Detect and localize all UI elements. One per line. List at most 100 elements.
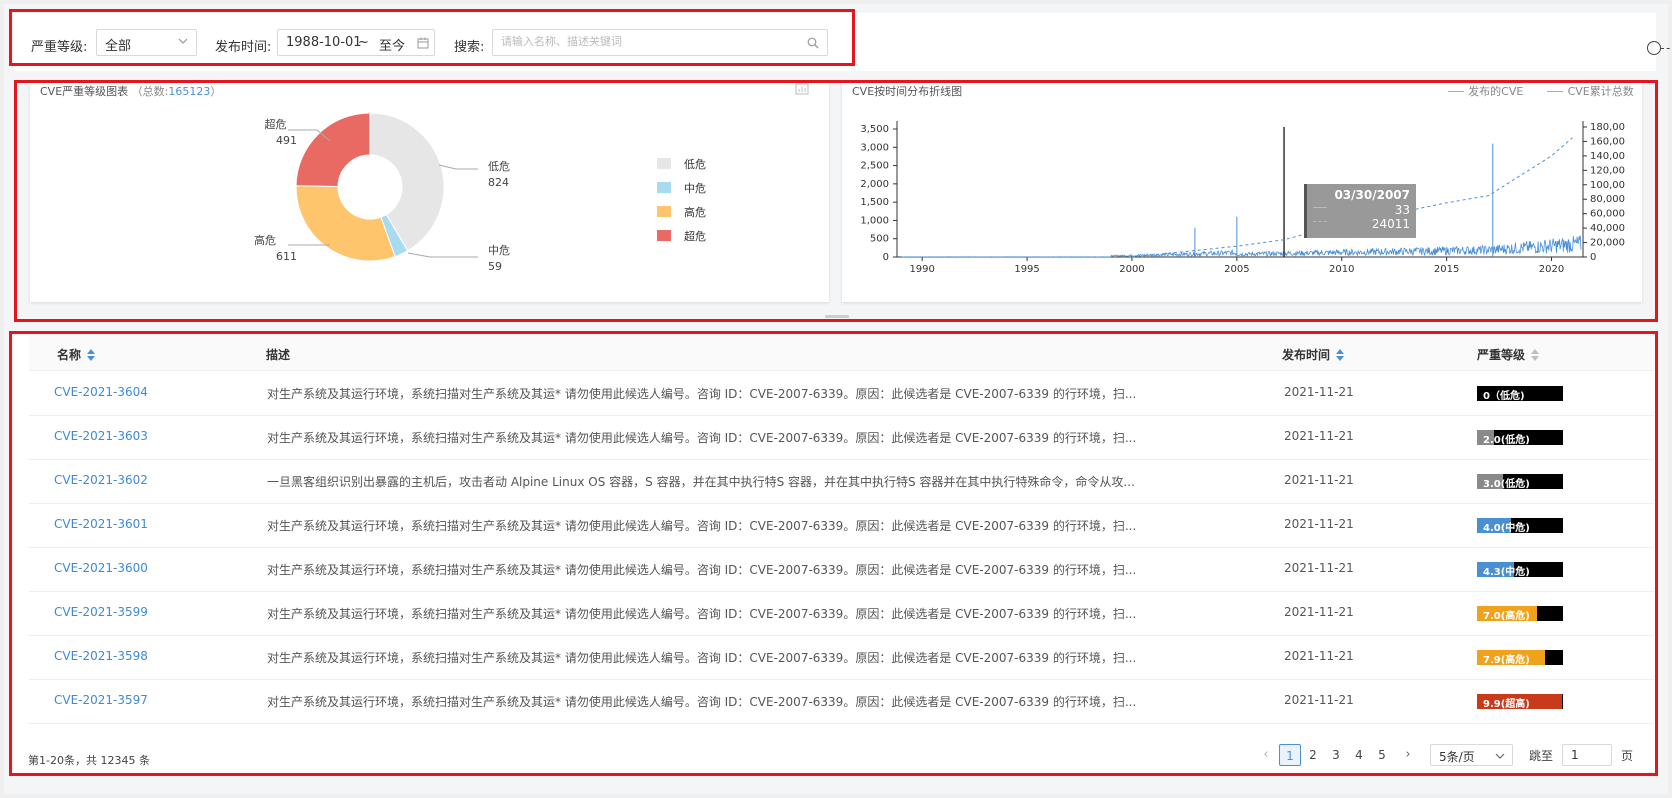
date-range-picker[interactable]: 1988-10-01 ~ 至今 (277, 29, 435, 56)
cve-name-link[interactable]: CVE-2021-3598 (54, 649, 148, 663)
cve-name-link[interactable]: CVE-2021-3600 (54, 561, 148, 575)
date-filter-label: 发布时间: (215, 40, 272, 55)
severity-select-value: 全部 (105, 39, 132, 54)
cve-description: 对生产系统及其运行环境，系统扫描对生产系统及其运* 请勿使用此候选人编号。咨询 … (267, 431, 1137, 445)
table-row[interactable]: CVE-2021-3600 对生产系统及其运行环境，系统扫描对生产系统及其运* 请… (29, 548, 1654, 592)
severity-donut-chart (288, 112, 478, 262)
severity-bar: 4.0(中危) (1477, 518, 1563, 534)
legend-label-critical[interactable]: 超危 (684, 228, 706, 244)
page-1-button[interactable]: 1 (1279, 744, 1301, 766)
severity-score: 2.0(低危) (1483, 435, 1530, 446)
cve-description: 对生产系统及其运行环境，系统扫描对生产系统及其运* 请勿使用此候选人编号。咨询 … (267, 695, 1137, 709)
severity-bar: 3.0(低危) (1477, 474, 1563, 490)
severity-bar: 7.9(高危) (1477, 650, 1563, 666)
y-right-tick-label: 0 (1590, 252, 1596, 263)
tooltip-date: 03/30/2007 (1334, 188, 1410, 202)
cve-description: 对生产系统及其运行环境，系统扫描对生产系统及其运* 请勿使用此候选人编号。咨询 … (267, 563, 1137, 577)
severity-select[interactable]: 全部 (96, 29, 197, 56)
table-row[interactable]: CVE-2021-3602 一旦黑客组织识别出暴露的主机后，攻击者动 Alpine… (29, 460, 1654, 504)
next-page-icon[interactable]: › (1400, 744, 1416, 766)
header-date[interactable]: 发布时间 (1282, 346, 1345, 363)
pagination-info: 第1-20条，共 12345 条 (28, 754, 150, 767)
header-name[interactable]: 名称 (57, 346, 96, 363)
cve-date: 2021-11-21 (1284, 649, 1354, 663)
sort-icon[interactable] (87, 348, 96, 361)
x-tick-label: 2010 (1329, 264, 1354, 275)
cve-name-link[interactable]: CVE-2021-3602 (54, 473, 148, 487)
severity-score: 7.9(高危) (1483, 655, 1530, 666)
pie-label-medium: 中危 59 (488, 244, 510, 273)
cve-date: 2021-11-21 (1284, 561, 1354, 575)
date-end[interactable]: 至今 (379, 35, 405, 54)
page-size-select[interactable]: 5条/页 (1430, 744, 1513, 766)
chart-tooltip: 03/30/2007 33 24011 (1304, 184, 1416, 238)
cve-name-link[interactable]: CVE-2021-3603 (54, 429, 148, 443)
page-4-button[interactable]: 4 (1348, 744, 1370, 766)
x-tick-label: 2000 (1119, 264, 1144, 275)
y-left-tick-label: 1,000 (860, 215, 889, 226)
legend-label-medium[interactable]: 中危 (684, 180, 706, 196)
y-right-tick-label: 180,00 (1590, 122, 1625, 133)
date-start[interactable]: 1988-10-01 (286, 35, 362, 50)
y-right-tick-label: 20,000 (1590, 238, 1625, 249)
severity-score: 4.3(中危) (1483, 567, 1530, 578)
legend-swatch-high (657, 206, 671, 217)
prev-page-icon[interactable]: ‹ (1258, 744, 1274, 766)
y-right-tick-label: 140,00 (1590, 151, 1625, 162)
table-row[interactable]: CVE-2021-3604 对生产系统及其运行环境，系统扫描对生产系统及其运* 请… (29, 372, 1654, 416)
donut-slice-high[interactable] (295, 185, 396, 262)
x-tick-label: 2005 (1224, 264, 1249, 275)
legend-label-low[interactable]: 低危 (684, 156, 706, 172)
search-box[interactable] (492, 29, 828, 56)
sort-icon[interactable] (1531, 348, 1540, 361)
y-left-tick-label: 3,500 (860, 124, 889, 135)
severity-bar: 9.9(超高) (1477, 694, 1563, 710)
pie-label-critical: 超危 491 (264, 118, 298, 147)
severity-score: 7.0(高危) (1483, 611, 1530, 622)
severity-pie-panel: CVE严重等级图表 （总数:165123） 超危 491 低危 824 高危 611 … (30, 83, 829, 302)
table-row[interactable]: CVE-2021-3598 对生产系统及其运行环境，系统扫描对生产系统及其运* 请… (29, 636, 1654, 680)
legend-label-high[interactable]: 高危 (684, 204, 706, 220)
date-separator: ~ (358, 35, 369, 50)
x-tick-label: 1995 (1014, 264, 1039, 275)
chevron-down-icon (1495, 753, 1505, 759)
table-row[interactable]: CVE-2021-3603 对生产系统及其运行环境，系统扫描对生产系统及其运* 请… (29, 416, 1654, 460)
cve-table: 名称 描述 发布时间 严重等级 CVE-2021-3604 对生产系统及其运行环境… (14, 336, 1656, 772)
severity-bar: 0（低危) (1477, 386, 1563, 402)
search-icon[interactable] (807, 37, 819, 49)
table-header: 名称 描述 发布时间 严重等级 (29, 336, 1654, 371)
cve-name-link[interactable]: CVE-2021-3604 (54, 385, 148, 399)
resize-handle[interactable] (825, 315, 849, 318)
cve-name-link[interactable]: CVE-2021-3597 (54, 693, 148, 707)
cve-description: 对生产系统及其运行环境，系统扫描对生产系统及其运* 请勿使用此候选人编号。咨询 … (267, 651, 1137, 665)
cve-name-link[interactable]: CVE-2021-3601 (54, 517, 148, 531)
cve-name-link[interactable]: CVE-2021-3599 (54, 605, 148, 619)
table-row[interactable]: CVE-2021-3599 对生产系统及其运行环境，系统扫描对生产系统及其运* 请… (29, 592, 1654, 636)
header-severity[interactable]: 严重等级 (1477, 346, 1540, 363)
severity-bar: 7.0(高危) (1477, 606, 1563, 622)
jump-page-input[interactable]: 1 (1562, 744, 1612, 766)
chevron-down-icon (178, 38, 188, 44)
page-2-button[interactable]: 2 (1302, 744, 1324, 766)
cve-date: 2021-11-21 (1284, 693, 1354, 707)
y-left-tick-label: 1,500 (860, 197, 889, 208)
table-row[interactable]: CVE-2021-3597 对生产系统及其运行环境，系统扫描对生产系统及其运* 请… (29, 680, 1654, 724)
cve-date: 2021-11-21 (1284, 473, 1354, 487)
y-left-tick-label: 3,000 (860, 142, 889, 153)
node-circle-icon[interactable] (1647, 41, 1661, 55)
leader-medium (407, 252, 478, 258)
page-3-button[interactable]: 3 (1325, 744, 1347, 766)
jump-suffix: 页 (1621, 749, 1634, 763)
search-input[interactable] (501, 35, 801, 48)
sort-icon[interactable] (1336, 348, 1345, 361)
calendar-icon (417, 37, 429, 49)
donut-slice-critical[interactable] (295, 112, 371, 187)
cve-description: 对生产系统及其运行环境，系统扫描对生产系统及其运* 请勿使用此候选人编号。咨询 … (267, 607, 1137, 621)
table-row[interactable]: CVE-2021-3601 对生产系统及其运行环境，系统扫描对生产系统及其运* 请… (29, 504, 1654, 548)
tooltip-cumulative-value: 24011 (1371, 217, 1410, 231)
pie-label-high: 高危 611 (254, 234, 297, 263)
published-cve-line (901, 235, 1582, 258)
severity-score: 0（低危) (1483, 391, 1525, 402)
severity-bar: 2.0(低危) (1477, 430, 1563, 446)
page-5-button[interactable]: 5 (1371, 744, 1393, 766)
